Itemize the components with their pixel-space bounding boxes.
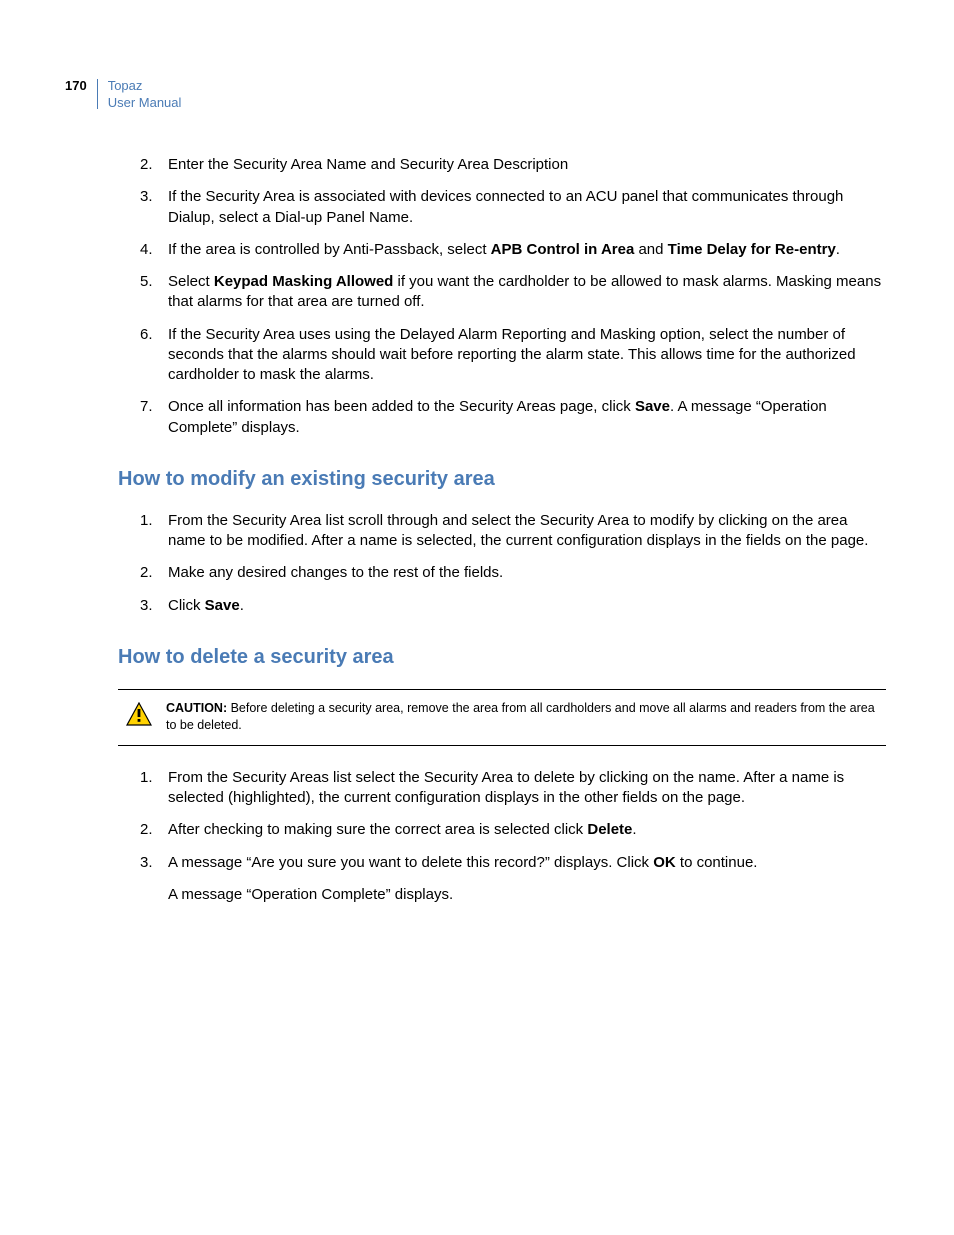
list-number: 3. <box>140 853 168 873</box>
list-text: After checking to making sure the correc… <box>168 820 886 840</box>
list-item: 7. Once all information has been added t… <box>118 397 886 438</box>
header-title: Topaz User Manual <box>108 78 182 112</box>
page-number: 170 <box>65 78 87 93</box>
list-number: 3. <box>140 596 168 616</box>
list-text: Enter the Security Area Name and Securit… <box>168 155 886 175</box>
list-text: A message “Are you sure you want to dele… <box>168 853 886 873</box>
list-text: Once all information has been added to t… <box>168 397 886 438</box>
list-number: 2. <box>140 155 168 175</box>
list-item: 4. If the area is controlled by Anti-Pas… <box>118 240 886 260</box>
list-item: 3. A message “Are you sure you want to d… <box>118 853 886 873</box>
page-header: 170 Topaz User Manual <box>65 78 181 112</box>
list-number: 4. <box>140 240 168 260</box>
list-item: 1. From the Security Area list scroll th… <box>118 511 886 552</box>
instruction-list-3: 1. From the Security Areas list select t… <box>118 768 886 873</box>
list-item: 2. Make any desired changes to the rest … <box>118 563 886 583</box>
list-item: 3. Click Save. <box>118 596 886 616</box>
list-text: From the Security Areas list select the … <box>168 768 886 809</box>
section-heading-modify: How to modify an existing security area <box>118 466 886 493</box>
list-text: From the Security Area list scroll throu… <box>168 511 886 552</box>
list-number: 6. <box>140 325 168 386</box>
list-item: 6. If the Security Area uses using the D… <box>118 325 886 386</box>
list-item: 3. If the Security Area is associated wi… <box>118 187 886 228</box>
list-text: Click Save. <box>168 596 886 616</box>
list-text: Select Keypad Masking Allowed if you wan… <box>168 272 886 313</box>
caution-text: CAUTION: Before deleting a security area… <box>166 700 886 735</box>
list-number: 2. <box>140 563 168 583</box>
list-number: 5. <box>140 272 168 313</box>
list-item: 2. After checking to making sure the cor… <box>118 820 886 840</box>
list-item: 2. Enter the Security Area Name and Secu… <box>118 155 886 175</box>
list-text: Make any desired changes to the rest of … <box>168 563 886 583</box>
header-title-line1: Topaz <box>108 78 143 93</box>
instruction-list-1: 2. Enter the Security Area Name and Secu… <box>118 155 886 438</box>
list-number: 3. <box>140 187 168 228</box>
list-number: 1. <box>140 768 168 809</box>
header-title-line2: User Manual <box>108 95 182 110</box>
list-item: 1. From the Security Areas list select t… <box>118 768 886 809</box>
list-number: 1. <box>140 511 168 552</box>
list-number: 7. <box>140 397 168 438</box>
list-number: 2. <box>140 820 168 840</box>
list-text: If the Security Area uses using the Dela… <box>168 325 886 386</box>
instruction-list-2: 1. From the Security Area list scroll th… <box>118 511 886 616</box>
caution-box: CAUTION: Before deleting a security area… <box>118 689 886 746</box>
caution-icon <box>126 702 152 732</box>
header-divider <box>97 79 98 109</box>
list-text: If the area is controlled by Anti-Passba… <box>168 240 886 260</box>
list-item: 5. Select Keypad Masking Allowed if you … <box>118 272 886 313</box>
section-heading-delete: How to delete a security area <box>118 644 886 671</box>
list-text: If the Security Area is associated with … <box>168 187 886 228</box>
page-content: 2. Enter the Security Area Name and Secu… <box>118 155 886 905</box>
followup-text: A message “Operation Complete” displays. <box>168 885 886 905</box>
